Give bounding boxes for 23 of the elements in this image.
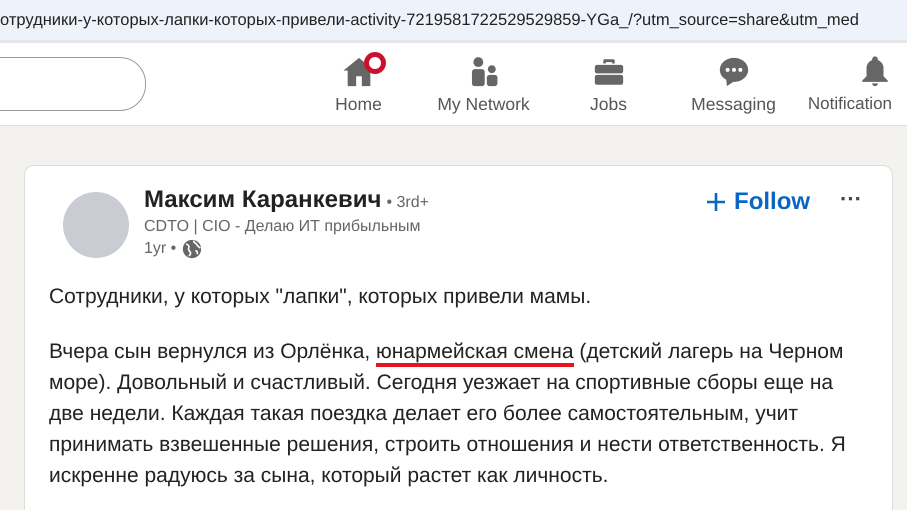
globe-icon bbox=[182, 239, 202, 259]
address-bar[interactable]: отрудники-у-которых-лапки-которых-привели-activity-7219581722529529859-YGa_/?utm_source=share&utm_med bbox=[0, 0, 907, 43]
nav-item[interactable]: Messaging bbox=[671, 54, 796, 114]
nav-item[interactable]: My Network bbox=[421, 54, 546, 114]
nav-item[interactable]: Notification bbox=[796, 54, 892, 114]
nav-label: Messaging bbox=[691, 94, 776, 114]
post-paragraph: Вчера сын вернулся из Орлёнка, юнармейская смена (детский лагерь на Черном море). Довольный и счастливый. Сегодня уезжает на спортивные сборы еще на две недели. Каждая такая поездка делает его более самостоятельным, учит принимать взвешенные решения, строить отношения и нести ответственность. Я искренне радуюсь за сына, который растет как личность. bbox=[49, 339, 847, 489]
author-headline: CDTO | CIO - Делаю ИТ прибыльным bbox=[144, 218, 422, 236]
post-time: 1yr • bbox=[144, 240, 176, 258]
nav-item[interactable]: Jobs bbox=[546, 54, 671, 114]
nav-label: Notification bbox=[808, 94, 892, 114]
more-options-button[interactable]: ··· bbox=[834, 186, 868, 212]
follow-button[interactable]: Follow bbox=[700, 188, 816, 216]
search-field[interactable] bbox=[0, 57, 146, 111]
nav-label: Jobs bbox=[590, 94, 627, 114]
nav-label: Home bbox=[335, 94, 382, 114]
nav-item[interactable]: Home bbox=[296, 54, 421, 114]
author-name[interactable]: Максим Каранкевич bbox=[144, 186, 382, 214]
nav-label: My Network bbox=[437, 94, 530, 114]
connection-degree: • 3rd+ bbox=[386, 194, 429, 212]
plus-icon bbox=[706, 192, 726, 212]
url-text: отрудники-у-которых-лапки-которых-привели-activity-7219581722529529859-YGa_/?utm_source=share&utm_med bbox=[0, 10, 859, 30]
post-paragraph: Сотрудники, у которых "лапки", которых привели мамы. bbox=[49, 284, 592, 310]
